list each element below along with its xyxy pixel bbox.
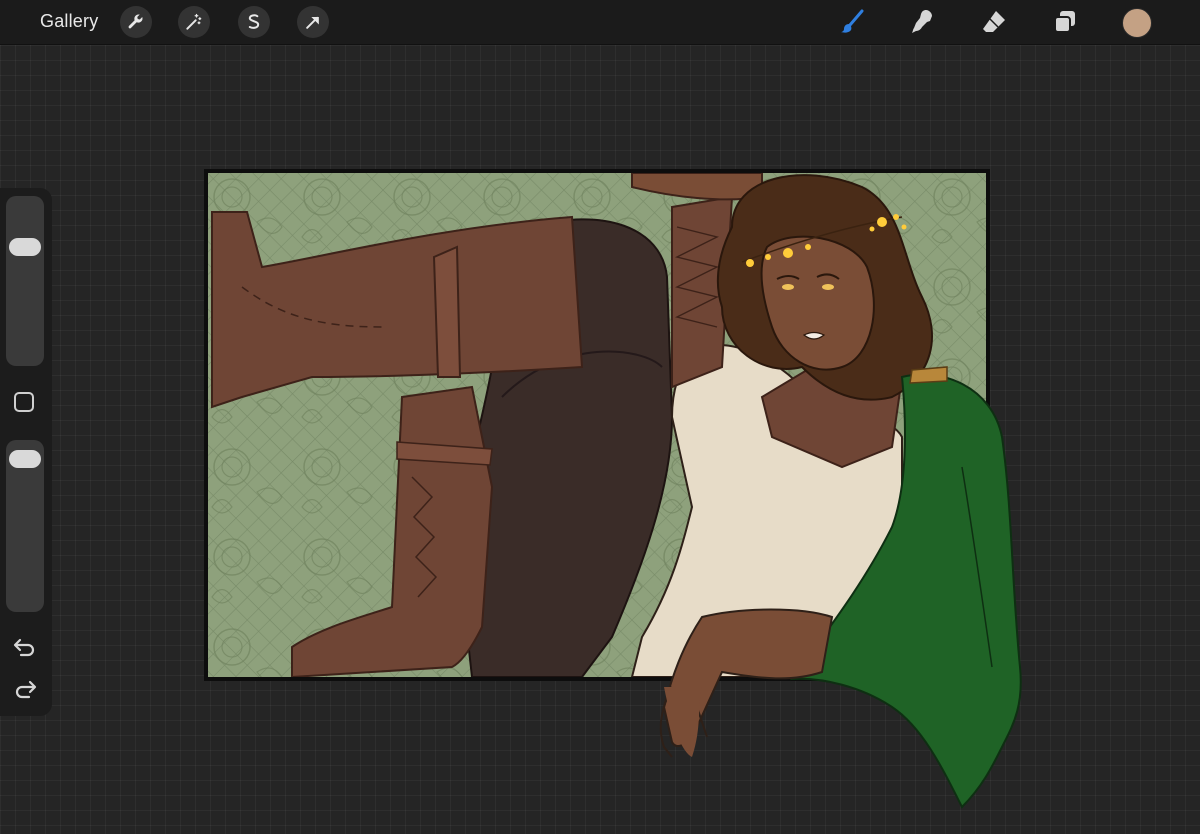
canvas-artwork[interactable] [202,167,1032,817]
top-toolbar: Gallery [0,0,1200,45]
magic-wand-icon[interactable] [178,6,210,38]
color-picker-swatch[interactable] [1122,8,1152,38]
wrench-icon[interactable] [120,6,152,38]
gallery-button[interactable]: Gallery [40,11,98,32]
modify-square-icon[interactable] [14,392,34,412]
smudge-icon[interactable] [906,6,938,38]
opacity-slider[interactable] [6,440,44,612]
brush-icon[interactable] [836,6,868,38]
transform-arrow-icon[interactable] [297,6,329,38]
eraser-icon[interactable] [978,6,1010,38]
left-sidebar [0,188,52,716]
brush-size-slider[interactable] [6,196,44,366]
opacity-slider-thumb[interactable] [9,450,41,469]
procreate-app: Gallery [0,0,1200,834]
undo-icon[interactable] [12,634,38,660]
brush-size-slider-thumb[interactable] [9,238,41,257]
layers-icon[interactable] [1049,6,1081,38]
redo-icon[interactable] [12,676,38,702]
selection-icon[interactable] [238,6,270,38]
